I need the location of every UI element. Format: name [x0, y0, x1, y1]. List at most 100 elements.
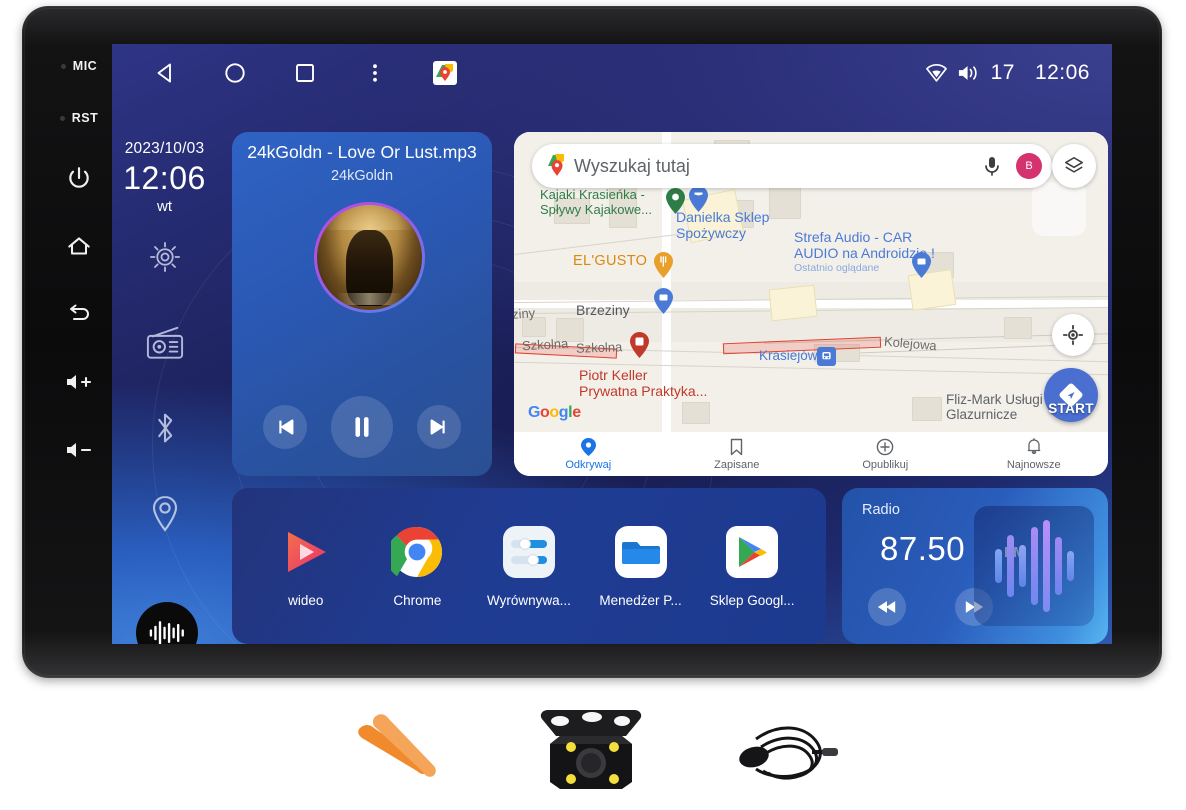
street-label-szkolna-2: Szkolna — [575, 339, 623, 356]
map-pin-clinic[interactable] — [630, 332, 649, 358]
nav-maps-shortcut[interactable] — [428, 56, 462, 90]
map-start-navigation-button[interactable]: START — [1044, 368, 1098, 422]
poi-strefa-line2: AUDIO na Androidzie ! — [794, 244, 935, 261]
poi-strefa-audio[interactable]: Strefa Audio - CAR AUDIO na Androidzie !… — [794, 229, 935, 275]
volume-level: 17 — [990, 61, 1015, 84]
map-bottom-nav: Odkrywaj Zapisane Opublikuj Najnowsze — [514, 432, 1108, 476]
dock-item-settings[interactable] — [112, 237, 217, 277]
dock-date-text: 2023/10/03 — [124, 140, 205, 157]
skip-next-icon — [430, 419, 445, 435]
poi-kajaki[interactable]: Kajaki Krasieńka - Spływy Kajakowe... — [540, 187, 652, 217]
touchscreen[interactable]: 17 12:06 2023/10/03 12:06 wt 24kGoldn - … — [112, 44, 1112, 644]
clock-widget: 2023/10/03 12:06 wt — [112, 140, 217, 215]
google-maps-pin-icon — [433, 61, 457, 85]
poi-fliz-line2: Glazurnicze — [946, 407, 1018, 423]
map-pin-restaurant[interactable] — [654, 252, 673, 278]
volume-down-hardware-button[interactable] — [48, 416, 110, 484]
volume-up-hardware-button[interactable] — [48, 348, 110, 416]
folder-icon — [613, 524, 669, 580]
maps-widget[interactable]: Kajaki Krasieńka - Spływy Kajakowe... Da… — [514, 132, 1108, 476]
radio-widget[interactable]: Radio 87.50 FM — [842, 488, 1108, 644]
dock-item-bluetooth[interactable] — [112, 407, 217, 449]
app-menedzer-plikow[interactable]: Menedżer P... — [591, 524, 691, 608]
apps-row: wideo Chrome Wyrównywa... Menedżer P... … — [232, 488, 826, 644]
map-tab-zapisane[interactable]: Zapisane — [663, 438, 812, 471]
poi-elgusto[interactable]: EL'GUSTO — [573, 253, 647, 269]
next-track-button[interactable] — [417, 405, 461, 449]
reset-hardware-button[interactable]: RST — [48, 92, 110, 144]
poi-danielka[interactable]: Danielka Sklep Spożywczy — [676, 209, 769, 241]
vol-down-icon — [67, 443, 92, 457]
avatar[interactable]: B — [1016, 153, 1042, 179]
mic-hardware-button[interactable]: MIC — [48, 40, 110, 92]
radio-title: Radio — [862, 502, 900, 518]
music-controls — [232, 396, 492, 458]
mic-button-label: MIC — [72, 59, 98, 73]
music-widget[interactable]: 24kGoldn - Love Or Lust.mp3 24kGoldn — [232, 132, 492, 476]
back-hardware-button[interactable] — [48, 280, 110, 348]
app-chrome[interactable]: Chrome — [367, 524, 467, 608]
album-art — [317, 205, 422, 310]
reset-hole-icon — [59, 115, 65, 121]
equalizer-icon — [501, 524, 557, 580]
map-layers-button[interactable] — [1052, 144, 1096, 188]
map-tab-opublikuj[interactable]: Opublikuj — [811, 438, 960, 471]
radio-prev-button[interactable] — [868, 588, 906, 626]
play-pause-button[interactable] — [331, 396, 393, 458]
nav-home-button[interactable] — [218, 56, 252, 90]
plus-circle-icon — [876, 438, 894, 455]
map-tab-odkrywaj-label: Odkrywaj — [565, 458, 612, 471]
map-yellow-building — [768, 284, 818, 322]
status-bar: 17 12:06 — [112, 44, 1112, 102]
microphone-icon[interactable] — [982, 155, 1002, 177]
hardware-button-strip: MIC RST — [48, 40, 110, 648]
map-locate-button[interactable] — [1052, 314, 1094, 356]
accessories-row — [0, 690, 1186, 810]
street-label-ziny: ziny — [514, 305, 536, 322]
nav-back-button[interactable] — [148, 56, 182, 90]
accessory-reverse-camera — [526, 700, 656, 800]
map-station-marker[interactable] — [817, 347, 836, 366]
power-hardware-button[interactable] — [48, 144, 110, 212]
vol-up-icon — [67, 375, 92, 389]
accessory-external-microphone — [726, 705, 841, 795]
radio-icon — [146, 326, 183, 359]
album-art-ring — [314, 202, 425, 313]
poi-krasiejow-line1: Krasiejów — [759, 348, 818, 363]
poi-kajaki-line1: Kajaki Krasieńka - — [540, 187, 645, 202]
app-wideo[interactable]: wideo — [256, 524, 356, 608]
map-tab-odkrywaj[interactable]: Odkrywaj — [514, 437, 663, 471]
poi-keller-line1: Piotr Keller — [579, 367, 648, 383]
map-search-bar[interactable]: Wyszukaj tutaj B — [532, 144, 1052, 188]
explore-pin-icon — [580, 437, 596, 456]
mic-hole-icon — [60, 63, 66, 69]
map-tab-najnowsze[interactable]: Najnowsze — [960, 437, 1109, 471]
dock-time-text: 12:06 — [123, 160, 206, 196]
nav-recents-button[interactable] — [288, 56, 322, 90]
poi-fliz-mark[interactable]: Fliz-Mark Usługi Glazurnicze — [946, 392, 1043, 422]
poi-fliz-line1: Fliz-Mark Usługi — [946, 392, 1043, 407]
home-icon — [68, 237, 90, 255]
dock-item-radio[interactable] — [112, 324, 217, 362]
map-pin-store[interactable] — [654, 288, 673, 314]
poi-piotr-keller[interactable]: Piotr Keller Prywatna Praktyka... — [579, 367, 707, 399]
home-hardware-button[interactable] — [48, 212, 110, 280]
map-overlay-card[interactable] — [1032, 182, 1086, 236]
previous-track-button[interactable] — [263, 405, 307, 449]
voice-assistant-button[interactable] — [136, 602, 198, 644]
app-wyrownywanie[interactable]: Wyrównywa... — [479, 524, 579, 608]
power-icon — [69, 167, 89, 188]
poi-krasiejow[interactable]: Krasiejów — [759, 348, 818, 363]
circle-icon — [225, 63, 245, 83]
rewind-icon — [877, 601, 896, 613]
app-wyrownywanie-label: Wyrównywa... — [487, 593, 571, 608]
wifi-icon — [925, 64, 947, 82]
app-sklep-google-play[interactable]: Sklep Googl... — [702, 524, 802, 608]
back-icon — [70, 304, 89, 320]
waveform-icon — [149, 621, 184, 644]
gear-icon — [149, 242, 180, 272]
app-wideo-label: wideo — [288, 593, 324, 608]
dock-item-navigation[interactable] — [112, 492, 217, 536]
nav-overflow-button[interactable] — [358, 56, 392, 90]
poi-kajaki-line2: Spływy Kajakowe... — [540, 201, 652, 217]
